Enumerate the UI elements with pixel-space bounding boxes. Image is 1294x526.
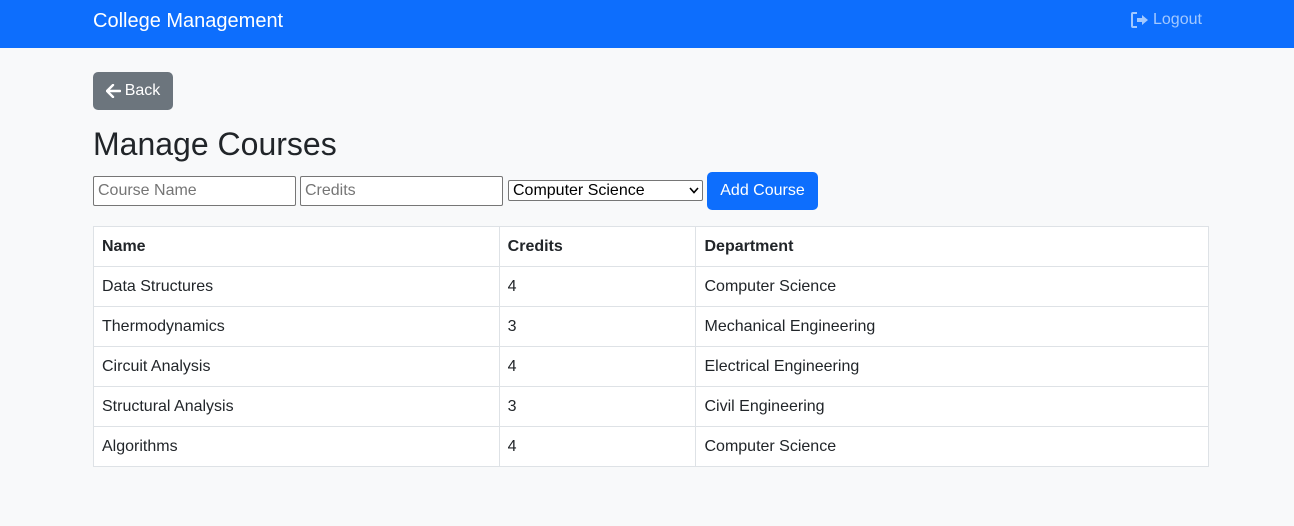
department-select[interactable]: Computer Science <box>508 180 703 201</box>
course-credits-cell: 3 <box>498 306 697 347</box>
column-header-name: Name <box>93 226 500 267</box>
logout-link[interactable]: Logout <box>1131 9 1202 31</box>
course-name-input[interactable] <box>93 176 296 206</box>
table-header-row: Name Credits Department <box>93 226 1209 267</box>
department-selected-value: Computer Science <box>513 182 645 199</box>
table-row: Data Structures 4 Computer Science <box>93 266 1209 307</box>
course-department-cell: Computer Science <box>695 426 1209 467</box>
course-department-cell: Electrical Engineering <box>695 346 1209 387</box>
course-credits-cell: 4 <box>498 266 697 307</box>
back-button-label: Back <box>124 82 161 99</box>
course-credits-cell: 3 <box>498 386 697 427</box>
course-name-cell: Structural Analysis <box>93 386 500 427</box>
column-header-department: Department <box>695 226 1209 267</box>
column-header-credits: Credits <box>498 226 697 267</box>
back-button[interactable]: Back <box>93 72 173 110</box>
courses-table: Name Credits Department Data Structures … <box>93 226 1209 467</box>
course-department-cell: Computer Science <box>695 266 1209 307</box>
course-name-cell: Data Structures <box>93 266 500 307</box>
table-row: Structural Analysis 3 Civil Engineering <box>93 386 1209 427</box>
brand-title[interactable]: College Management <box>93 9 283 33</box>
course-department-cell: Civil Engineering <box>695 386 1209 427</box>
table-row: Circuit Analysis 4 Electrical Engineerin… <box>93 346 1209 387</box>
table-row: Thermodynamics 3 Mechanical Engineering <box>93 306 1209 347</box>
credits-input[interactable] <box>300 176 503 206</box>
page-title: Manage Courses <box>93 126 337 162</box>
course-department-cell: Mechanical Engineering <box>695 306 1209 347</box>
top-navbar: College Management Logout <box>0 0 1294 48</box>
course-credits-cell: 4 <box>498 426 697 467</box>
course-name-cell: Algorithms <box>93 426 500 467</box>
course-name-cell: Circuit Analysis <box>93 346 500 387</box>
table-row: Algorithms 4 Computer Science <box>93 426 1209 467</box>
course-credits-cell: 4 <box>498 346 697 387</box>
arrow-left-icon <box>105 84 121 98</box>
course-name-cell: Thermodynamics <box>93 306 500 347</box>
chevron-down-icon <box>689 187 699 194</box>
add-course-button[interactable]: Add Course <box>707 172 818 210</box>
logout-icon <box>1131 12 1148 28</box>
logout-label: Logout <box>1153 11 1202 28</box>
